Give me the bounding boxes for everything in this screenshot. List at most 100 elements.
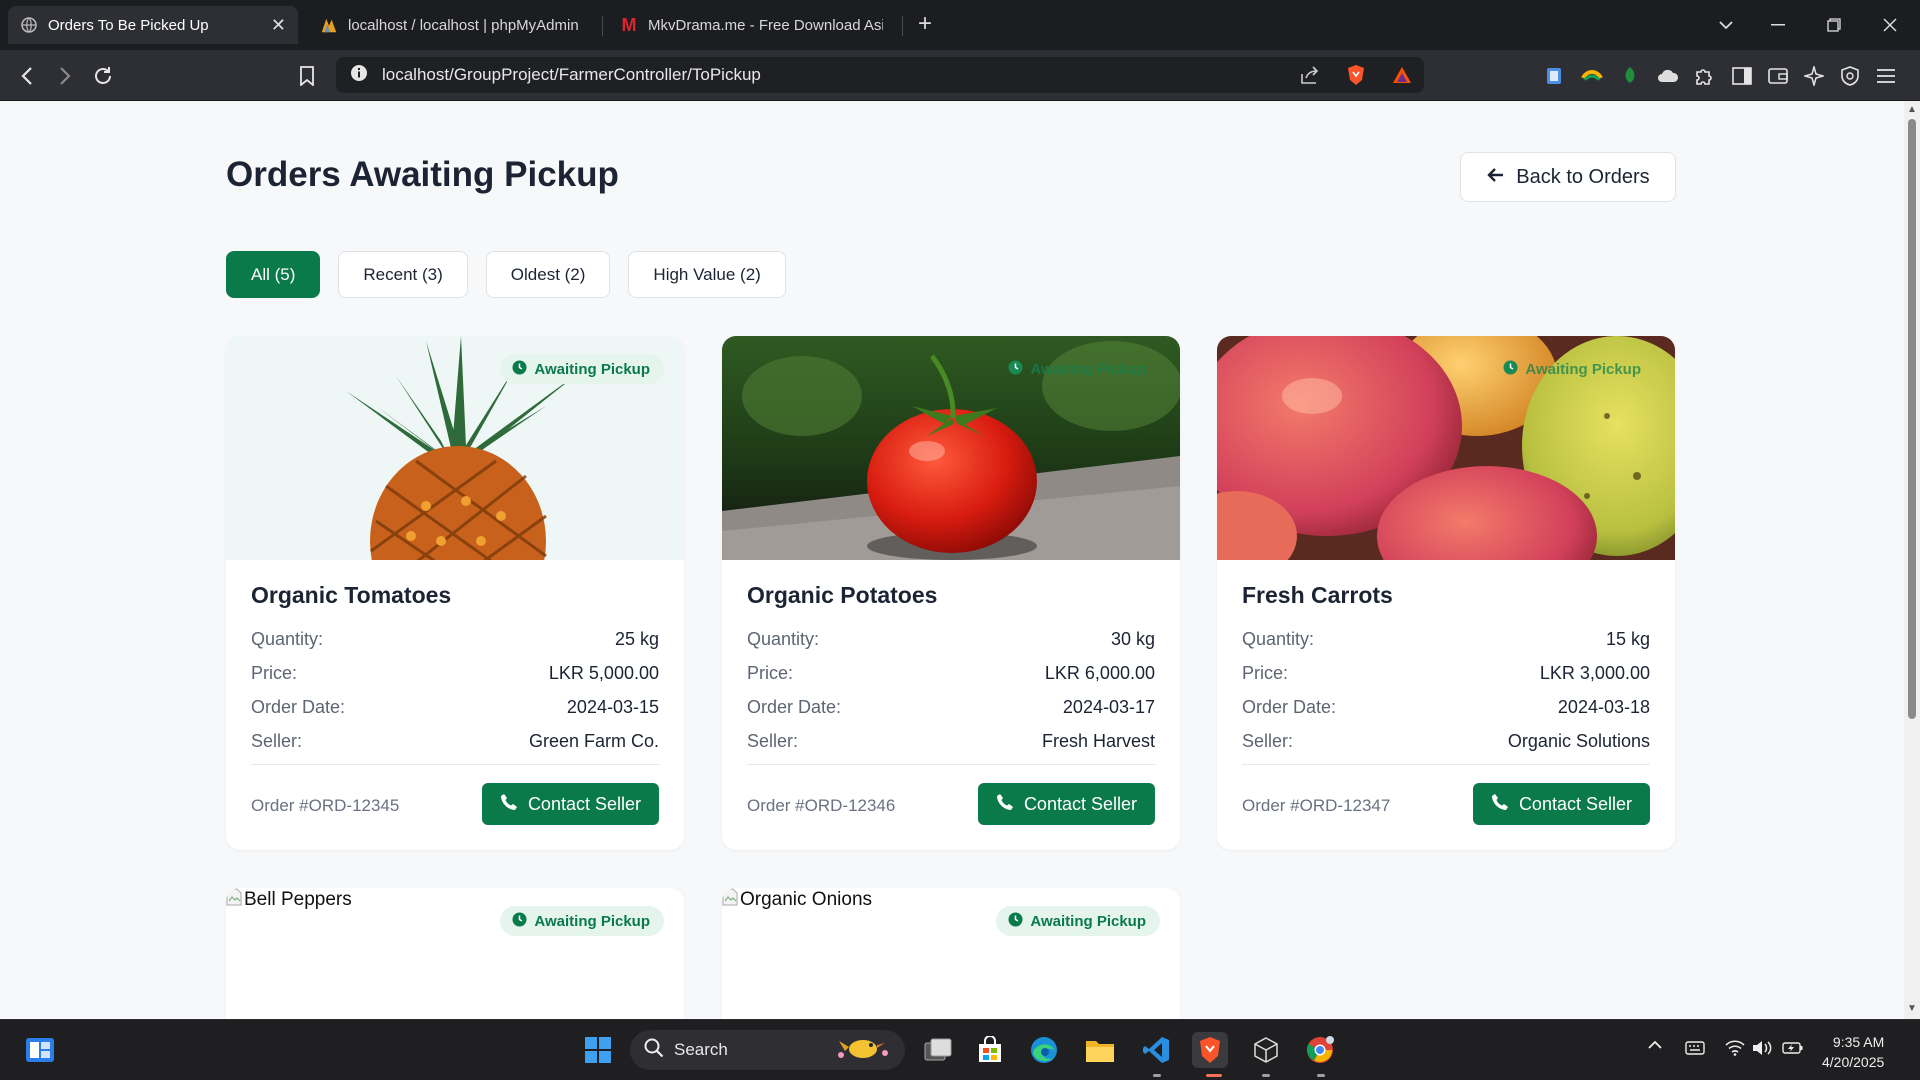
status-badge-label: Awaiting Pickup [1030, 360, 1146, 378]
minimize-icon[interactable] [1764, 12, 1792, 38]
wallet-icon[interactable] [1766, 64, 1790, 88]
order-id: Order #ORD-12346 [747, 796, 896, 815]
tab-phpmyadmin[interactable]: localhost / localhost | phpMyAdmin [312, 6, 602, 44]
filter-recent[interactable]: Recent (3) [338, 251, 468, 298]
order-id: Order #ORD-12347 [1242, 796, 1391, 815]
show-hidden-icons-chevron-icon[interactable] [1648, 1040, 1662, 1050]
active-indicator [1206, 1074, 1222, 1077]
page-scrollbar[interactable]: ▲ ▼ [1904, 101, 1920, 1019]
order-date-value: 2024-03-18 [1557, 696, 1650, 717]
contact-seller-button[interactable]: Contact Seller [1472, 783, 1650, 825]
reload-icon[interactable] [90, 63, 116, 89]
back-arrow-icon[interactable] [14, 63, 40, 89]
tab-label: localhost / localhost | phpMyAdmin [348, 16, 579, 34]
status-badge: Awaiting Pickup [500, 354, 664, 384]
tab-mkvdrama[interactable]: M MkvDrama.me - Free Download Asi [612, 6, 902, 44]
price-row: Price: LKR 6,000.00 [747, 656, 1155, 690]
restore-icon[interactable] [1820, 12, 1848, 38]
product-name: Organic Potatoes [747, 582, 938, 608]
filter-all[interactable]: All (5) [226, 251, 321, 298]
system-clock[interactable]: 9:35 AM 4/20/2025 [1822, 1032, 1884, 1072]
seller-label: Seller: [747, 730, 799, 751]
battery-charging-icon[interactable] [1782, 1040, 1804, 1056]
mkvdrama-icon: M [621, 14, 637, 35]
microsoft-store-icon[interactable] [972, 1032, 1008, 1068]
sidebar-toggle-icon[interactable] [1730, 64, 1754, 88]
back-to-orders-button[interactable]: Back to Orders [1460, 152, 1676, 202]
seller-value: Organic Solutions [1507, 730, 1650, 751]
file-explorer-icon[interactable] [1082, 1032, 1118, 1068]
brave-browser-taskbar-icon[interactable] [1192, 1032, 1228, 1068]
forward-arrow-icon[interactable] [52, 63, 78, 89]
price-label: Price: [251, 662, 298, 683]
order-date-row: Order Date: 2024-03-17 [747, 690, 1155, 724]
clock-icon [1503, 360, 1518, 379]
extension-document-icon[interactable] [1542, 64, 1566, 88]
url-text: localhost/GroupProject/FarmerController/… [382, 65, 761, 84]
search-label: Search [674, 1040, 728, 1059]
price-value: LKR 6,000.00 [1044, 662, 1155, 683]
taskbar-search[interactable]: Search [630, 1030, 905, 1070]
contact-seller-button[interactable]: Contact Seller [977, 783, 1155, 825]
card-divider [251, 764, 659, 765]
leo-ai-icon[interactable] [1802, 64, 1826, 88]
widgets-icon[interactable] [22, 1032, 58, 1068]
clock-date: 4/20/2025 [1822, 1054, 1885, 1070]
search-highlight-bird-icon [835, 1033, 891, 1068]
share-icon[interactable] [1300, 66, 1320, 89]
brave-shields-icon[interactable] [1346, 64, 1366, 91]
close-icon[interactable]: ✕ [271, 15, 286, 36]
price-value: LKR 3,000.00 [1539, 662, 1650, 683]
extension-leaf-icon[interactable] [1618, 64, 1642, 88]
seller-label: Seller: [251, 730, 303, 751]
new-tab-button[interactable]: + [912, 12, 938, 38]
status-badge: Awaiting Pickup [996, 354, 1160, 384]
seller-row: Seller: Organic Solutions [1242, 724, 1650, 758]
address-bar[interactable]: localhost/GroupProject/FarmerController/… [336, 57, 1424, 93]
scrollbar-thumb[interactable] [1908, 119, 1916, 719]
tab-orders-pickup[interactable]: Orders To Be Picked Up ✕ [8, 6, 298, 44]
volume-icon[interactable] [1752, 1040, 1774, 1056]
contact-seller-label: Contact Seller [1023, 793, 1137, 814]
seller-row: Seller: Fresh Harvest [747, 724, 1155, 758]
filter-oldest[interactable]: Oldest (2) [485, 251, 611, 298]
tab-label: Orders To Be Picked Up [48, 16, 209, 34]
site-info-icon[interactable] [350, 64, 368, 87]
phone-icon [1491, 793, 1509, 816]
keyboard-icon[interactable] [1685, 1040, 1705, 1056]
status-badge: Awaiting Pickup [996, 906, 1160, 936]
wifi-icon[interactable] [1725, 1040, 1745, 1056]
broken-image-icon [226, 888, 242, 912]
extension-colorful-icon[interactable] [1580, 64, 1604, 88]
filter-tabs: All (5) Recent (3) Oldest (2) High Value… [226, 251, 786, 298]
product-name: Fresh Carrots [1242, 582, 1393, 608]
contact-seller-button[interactable]: Contact Seller [481, 783, 659, 825]
scroll-down-icon[interactable]: ▼ [1907, 1004, 1917, 1014]
brave-rewards-icon[interactable] [1392, 66, 1412, 89]
vpn-shield-icon[interactable] [1838, 64, 1862, 88]
chrome-icon[interactable] [1302, 1032, 1338, 1068]
extensions-puzzle-icon[interactable] [1692, 64, 1716, 88]
menu-hamburger-icon[interactable] [1874, 64, 1898, 88]
edge-browser-icon[interactable] [1026, 1032, 1062, 1068]
quantity-label: Quantity: [251, 628, 324, 649]
scroll-up-icon[interactable]: ▲ [1907, 105, 1917, 115]
card-details: Organic Potatoes Quantity: 30 kg Price: LK… [747, 582, 1155, 758]
card-details: Fresh Carrots Quantity: 15 kg Price: LKR 3… [1242, 582, 1650, 758]
close-window-icon[interactable] [1876, 12, 1904, 38]
bookmark-icon[interactable] [294, 63, 320, 89]
start-windows-icon[interactable] [580, 1032, 616, 1068]
vscode-icon[interactable] [1138, 1032, 1174, 1068]
order-card: Bell Peppers Awaiting Pickup [226, 888, 684, 1019]
task-view-icon[interactable] [920, 1032, 956, 1068]
page-title: Orders Awaiting Pickup [226, 155, 619, 194]
clock-icon [512, 912, 527, 931]
order-card: Organic Onions Awaiting Pickup [722, 888, 1180, 1019]
order-card: Awaiting Pickup Organic Tomatoes Quantit… [226, 336, 684, 850]
tab-search-chevron-icon[interactable] [1712, 12, 1740, 38]
status-badge: Awaiting Pickup [500, 906, 664, 936]
cube-app-icon[interactable] [1248, 1032, 1284, 1068]
tab-separator [902, 16, 903, 36]
filter-high-value[interactable]: High Value (2) [628, 251, 786, 298]
extension-puzzle-cloud-icon[interactable] [1656, 64, 1680, 88]
